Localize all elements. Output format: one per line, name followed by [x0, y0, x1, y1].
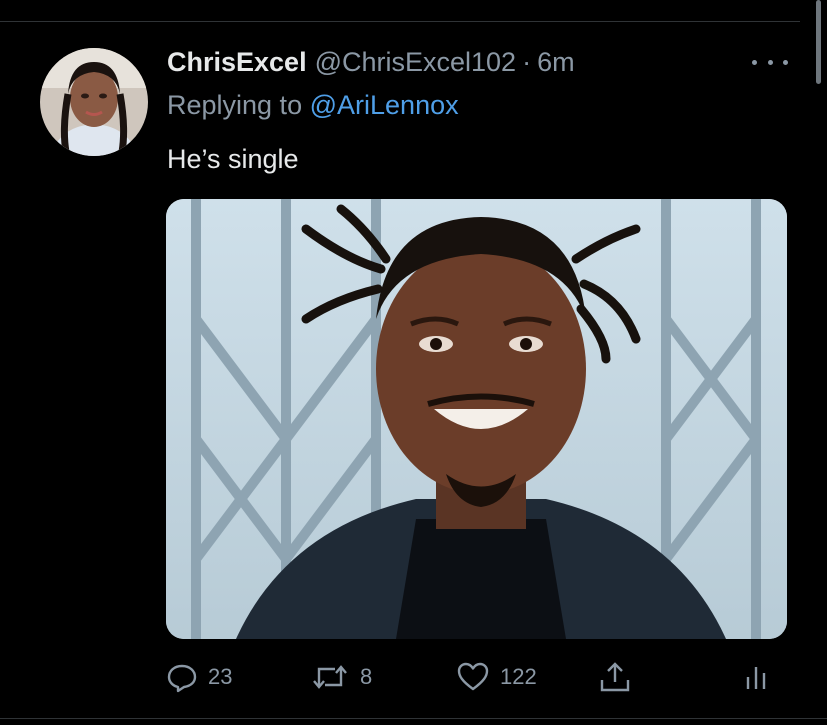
avatar-image — [40, 48, 148, 156]
media-photo — [166, 199, 787, 639]
share-icon — [598, 660, 632, 694]
tweet-text: He’s single — [167, 144, 299, 174]
retweet-count: 8 — [360, 664, 373, 689]
scrollbar[interactable] — [816, 0, 821, 84]
more-dot — [783, 59, 788, 65]
analytics-button[interactable] — [744, 655, 770, 699]
reply-icon — [166, 661, 198, 693]
retweet-button[interactable]: 8 — [310, 655, 372, 699]
more-dot — [767, 59, 773, 65]
replying-to-row: Replying to @AriLennox — [167, 90, 459, 121]
share-button[interactable] — [598, 655, 632, 699]
tweet-actions: 23 8 122 — [166, 655, 796, 699]
top-divider — [0, 21, 800, 22]
bottom-divider — [0, 718, 827, 719]
more-icon[interactable] — [752, 50, 788, 74]
reply-button[interactable]: 23 — [166, 655, 232, 699]
tweet-media[interactable] — [166, 199, 787, 639]
retweet-icon — [310, 661, 350, 693]
analytics-icon — [744, 661, 770, 693]
reply-count: 23 — [208, 664, 233, 689]
like-count: 122 — [500, 664, 537, 689]
avatar[interactable] — [40, 48, 148, 156]
more-dot — [752, 59, 757, 65]
like-button[interactable]: 122 — [456, 655, 537, 699]
display-name[interactable]: ChrisExcel — [167, 47, 307, 78]
user-handle[interactable]: @ChrisExcel102 — [315, 47, 517, 78]
timestamp[interactable]: 6m — [537, 47, 575, 78]
tweet-header: ChrisExcel @ChrisExcel102 · 6m — [167, 44, 575, 80]
replying-to-mention[interactable]: @AriLennox — [310, 90, 459, 120]
like-icon — [456, 661, 490, 693]
separator-dot: · — [522, 46, 532, 77]
replying-to-label: Replying to — [167, 90, 303, 120]
